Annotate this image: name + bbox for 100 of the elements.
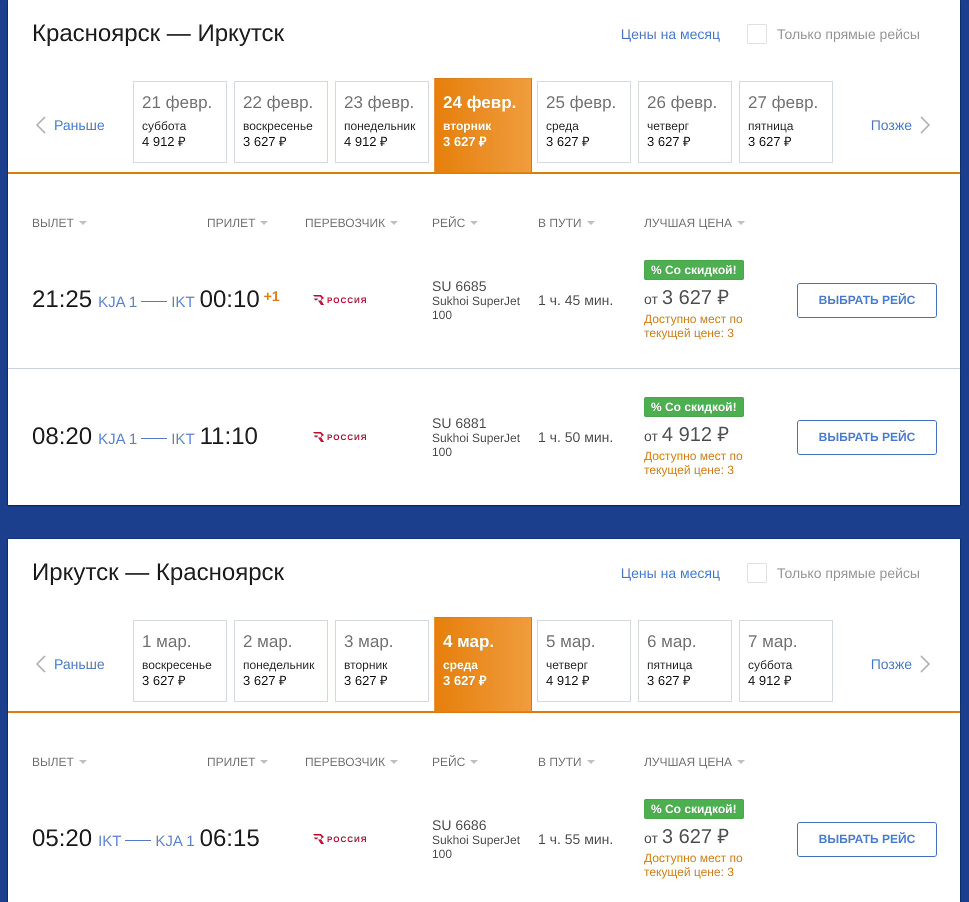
caret-icon	[737, 760, 746, 764]
arrival-time: 00:10	[200, 286, 260, 313]
seats-notice: Доступно мест по текущей цене: 3	[644, 449, 744, 477]
sort-header[interactable]: В ПУТИ	[538, 753, 595, 771]
weekday-text: понедельник	[243, 658, 314, 673]
earlier-button[interactable]: Раньше	[36, 116, 105, 134]
caret-icon	[586, 760, 595, 764]
route-title: Иркутск — Красноярск	[32, 559, 286, 587]
caret-icon	[78, 760, 87, 764]
price-text: 3 627 ₽	[546, 134, 590, 149]
date-tab[interactable]: 23 февр. понедельник 4 912 ₽	[335, 81, 429, 163]
departure-time: 21:25	[32, 286, 92, 313]
sort-header[interactable]: ЛУЧШАЯ ЦЕНА	[644, 214, 746, 232]
origin-code: KJA 1	[98, 294, 138, 311]
weekday-text: вторник	[344, 658, 388, 673]
logo-mark-icon	[313, 295, 324, 305]
date-tab[interactable]: 27 февр. пятница 3 627 ₽	[739, 81, 833, 163]
sort-header[interactable]: ЛУЧШАЯ ЦЕНА	[644, 753, 746, 771]
date-text: 26 февр.	[647, 92, 718, 114]
date-tab[interactable]: 3 мар. вторник 3 627 ₽	[335, 620, 429, 702]
sort-header[interactable]: ПРИЛЕТ	[207, 753, 268, 771]
chevron-right-icon	[920, 655, 930, 673]
price-text: 3 627 ₽	[647, 673, 692, 688]
date-tab[interactable]: 5 мар. четверг 4 912 ₽	[537, 620, 631, 702]
sort-header[interactable]: В ПУТИ	[538, 214, 595, 232]
select-flight-button[interactable]: ВЫБРАТЬ РЕЙС	[797, 822, 937, 856]
date-tab[interactable]: 2 мар. понедельник 3 627 ₽	[234, 620, 328, 702]
earlier-button[interactable]: Раньше	[36, 655, 105, 673]
sort-header[interactable]: ВЫЛЕТ	[32, 214, 87, 232]
weekday-text: четверг	[546, 658, 588, 673]
airline-name: РОССИЯ	[327, 834, 368, 844]
price-text: 3 627 ₽	[142, 673, 186, 688]
direct-flights-checkbox[interactable]	[747, 24, 768, 44]
weekday-text: суббота	[142, 119, 186, 134]
later-button[interactable]: Позже	[870, 116, 930, 134]
aircraft-model: Sukhoi SuperJet 100	[432, 294, 522, 322]
duration-text: 1 ч. 50 мин.	[538, 429, 614, 445]
date-tab[interactable]: 26 февр. четверг 3 627 ₽	[638, 81, 732, 163]
price-text: от 4 912 ₽	[644, 423, 730, 448]
date-text: 27 февр.	[748, 92, 818, 114]
date-text: 4 мар.	[443, 631, 494, 653]
weekday-text: среда	[443, 658, 478, 673]
destination-code: KJA 1	[155, 833, 195, 850]
discount-badge: % Со скидкой!	[644, 397, 744, 417]
airline-name: РОССИЯ	[327, 296, 368, 304]
price-text: от 3 627 ₽	[644, 286, 730, 311]
aircraft-model: Sukhoi SuperJet 100	[432, 833, 522, 861]
later-button[interactable]: Позже	[870, 655, 930, 673]
caret-icon	[78, 221, 87, 225]
sort-header[interactable]: РЕЙС	[432, 753, 478, 771]
direct-flights-label: Только прямые рейсы	[777, 26, 920, 42]
date-tab[interactable]: 6 мар. пятница 3 627 ₽	[638, 620, 732, 702]
date-text: 25 февр.	[546, 92, 616, 114]
price-text: 3 627 ₽	[344, 673, 388, 688]
date-text: 7 мар.	[748, 631, 798, 653]
price-text: 3 627 ₽	[443, 673, 488, 688]
caret-icon	[586, 221, 595, 225]
price-text: от 3 627 ₽	[644, 825, 730, 850]
caret-icon	[390, 221, 398, 225]
sort-header[interactable]: ПЕРЕВОЗЧИК	[305, 214, 398, 232]
duration-text: 1 ч. 45 мин.	[538, 292, 614, 308]
date-text: 3 мар.	[344, 631, 394, 653]
price-text: 3 627 ₽	[243, 134, 288, 149]
duration-text: 1 ч. 55 мин.	[538, 831, 614, 847]
date-text: 23 февр.	[344, 92, 414, 114]
date-tab[interactable]: 1 мар. воскресенье 3 627 ₽	[133, 620, 227, 702]
date-tab[interactable]: 24 февр. вторник 3 627 ₽	[434, 78, 532, 172]
airline-name: РОССИЯ	[327, 432, 368, 442]
chevron-right-icon	[920, 116, 930, 134]
date-text: 2 мар.	[243, 631, 292, 653]
price-text: 3 627 ₽	[243, 673, 288, 688]
arrival-time: 11:10	[200, 423, 258, 450]
date-tab[interactable]: 25 февр. среда 3 627 ₽	[537, 81, 631, 163]
sort-header[interactable]: ПЕРЕВОЗЧИК	[305, 753, 398, 771]
select-flight-button[interactable]: ВЫБРАТЬ РЕЙС	[797, 282, 937, 318]
weekday-text: пятница	[748, 119, 794, 134]
direct-flights-checkbox[interactable]	[747, 563, 768, 583]
date-tab[interactable]: 21 февр. суббота 4 912 ₽	[133, 81, 227, 163]
month-prices-link[interactable]: Цены на месяц	[620, 565, 720, 581]
aircraft-model: Sukhoi SuperJet 100	[432, 431, 522, 459]
select-flight-button[interactable]: ВЫБРАТЬ РЕЙС	[797, 420, 937, 454]
caret-icon	[470, 221, 478, 225]
date-tab[interactable]: 22 февр. воскресенье 3 627 ₽	[234, 81, 328, 163]
price-text: 3 627 ₽	[647, 134, 692, 149]
date-tab[interactable]: 4 мар. среда 3 627 ₽	[434, 617, 532, 711]
date-tab[interactable]: 7 мар. суббота 4 912 ₽	[739, 620, 833, 702]
weekday-text: суббота	[748, 658, 792, 673]
sort-header[interactable]: ПРИЛЕТ	[207, 214, 268, 232]
weekday-text: понедельник	[344, 119, 416, 134]
weekday-text: пятница	[647, 658, 692, 673]
month-prices-link[interactable]: Цены на месяц	[620, 26, 720, 42]
origin-code: KJA 1	[98, 431, 138, 448]
sort-header[interactable]: РЕЙС	[432, 214, 478, 232]
discount-badge: % Со скидкой!	[644, 260, 744, 280]
date-text: 22 февр.	[243, 92, 314, 114]
date-text: 6 мар.	[647, 631, 696, 653]
seats-notice: Доступно мест по текущей цене: 3	[644, 312, 744, 340]
destination-code: IKT	[171, 431, 195, 448]
sort-header[interactable]: ВЫЛЕТ	[32, 753, 87, 771]
weekday-text: среда	[546, 119, 579, 134]
